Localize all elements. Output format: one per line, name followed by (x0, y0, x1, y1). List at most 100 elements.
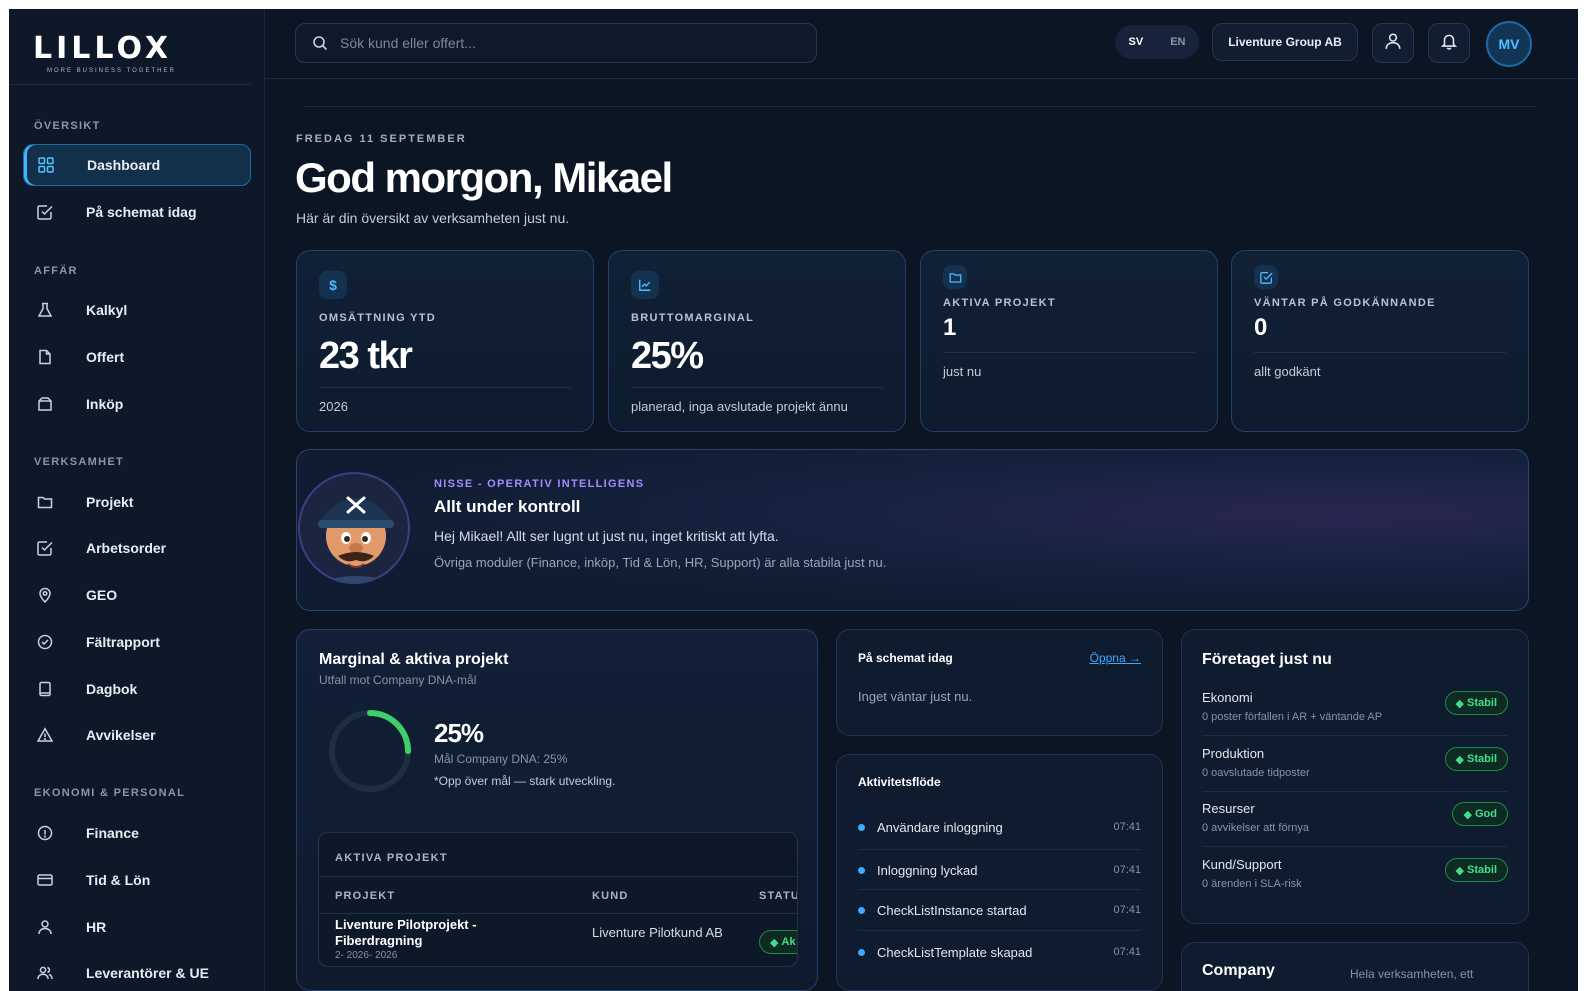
activity-text: Inloggning lyckad (877, 862, 978, 878)
column-header[interactable]: STATU (759, 890, 797, 902)
lang-sv[interactable]: SV (1129, 36, 1144, 48)
margin-goal: Mål Company DNA: 25% (434, 752, 568, 766)
kpi-label: OMSÄTTNING YTD (319, 312, 436, 324)
margin-card: Marginal & aktiva projekt Utfall mot Com… (296, 629, 818, 991)
nisse-avatar (298, 472, 410, 584)
status-row-produktion[interactable]: Produktion 0 oavslutade tidposter ◆ Stab… (1202, 746, 1508, 779)
margin-percent: 25% (434, 718, 484, 748)
kpi-value: 23 tkr (319, 335, 413, 377)
card-title: Företaget just nu (1202, 651, 1332, 668)
profile-button[interactable] (1372, 23, 1414, 63)
sidebar-item-finance[interactable]: Finance (23, 812, 251, 854)
kpi-card-margin[interactable]: BRUTTOMARGINAL 25% planerad, inga avslut… (608, 250, 906, 432)
lang-en[interactable]: EN (1170, 36, 1185, 48)
notifications-button[interactable] (1428, 23, 1470, 63)
status-text: Stabil (1467, 697, 1497, 709)
status-row-resurser[interactable]: Resurser 0 avvikelser att förnya ◆ God (1202, 801, 1508, 834)
sidebar-item-label: Avvikelser (86, 727, 156, 743)
divider (1254, 352, 1506, 353)
sidebar-item-geo[interactable]: GEO (23, 574, 251, 616)
sidebar-item-label: Leverantörer & UE (86, 965, 209, 981)
sidebar-item-kalkyl[interactable]: Kalkyl (23, 289, 251, 331)
sidebar-item-label: Projekt (86, 494, 134, 510)
activity-text: CheckListTemplate skapad (877, 944, 1033, 960)
margin-note: *Opp över mål — stark utveckling. (434, 774, 616, 788)
search-box[interactable] (295, 23, 817, 63)
folder-icon (943, 265, 967, 289)
status-badge: ◆ Stabil (1444, 691, 1508, 715)
kpi-card-active-projects[interactable]: AKTIVA PROJEKT 1 just nu (920, 250, 1218, 432)
card-title: På schemat idag (858, 651, 953, 665)
language-toggle[interactable]: SV EN (1115, 25, 1199, 59)
list-item[interactable]: CheckListInstance startad 07:41 (858, 890, 1141, 930)
nisse-message: Hej Mikael! Allt ser lugnt ut just nu, i… (434, 528, 779, 544)
logo-tagline: MORE BUSINESS TOGETHER (47, 68, 176, 74)
divider (319, 876, 797, 877)
bullet-icon (858, 866, 865, 874)
sidebar-item-label: HR (86, 919, 107, 935)
card-title: Company (1202, 962, 1275, 979)
sidebar-item-tid-lon[interactable]: Tid & Lön (23, 859, 251, 901)
avatar[interactable]: MV (1486, 21, 1532, 67)
nisse-ai-banner: NISSE - OPERATIV INTELLIGENS Allt under … (296, 449, 1529, 611)
activity-time: 07:41 (1113, 864, 1141, 876)
users-icon (36, 964, 54, 982)
status-text: Ak (781, 936, 796, 948)
sidebar-item-dagbok[interactable]: Dagbok (23, 668, 251, 710)
sidebar-item-projekt[interactable]: Projekt (23, 481, 251, 523)
status-row-support[interactable]: Kund/Support 0 ärenden i SLA-risk ◆ Stab… (1202, 857, 1508, 890)
status-badge: ◆ Stabil (1444, 747, 1508, 771)
app-window: LILLOX MORE BUSINESS TOGETHER ÖVERSIKT D… (9, 9, 1578, 991)
sidebar-item-schedule[interactable]: På schemat idag (23, 191, 251, 233)
nav-section-verksamhet: VERKSAMHET (34, 456, 125, 468)
edit-check-icon (1254, 265, 1278, 289)
logo[interactable]: LILLOX MORE BUSINESS TOGETHER (33, 31, 243, 83)
nisse-title: Allt under kontroll (434, 497, 581, 516)
company-switcher-button[interactable]: Liventure Group AB (1212, 23, 1358, 61)
nisse-tag: NISSE - OPERATIV INTELLIGENS (434, 478, 645, 490)
column-header[interactable]: PROJEKT (335, 890, 395, 902)
sidebar-item-hr[interactable]: HR (23, 906, 251, 948)
bullet-icon (858, 948, 865, 956)
search-icon (312, 35, 328, 51)
status-badge: ◆ God (1452, 802, 1508, 826)
kpi-card-pending-approval[interactable]: VÄNTAR PÅ GODKÄNNANDE 0 allt godkänt (1231, 250, 1529, 432)
activity-text: Användare inloggning (877, 819, 1003, 835)
sidebar-item-offert[interactable]: Offert (23, 336, 251, 378)
sidebar-item-faltrapport[interactable]: Fältrapport (23, 621, 251, 663)
chart-icon (631, 271, 659, 299)
activity-text: CheckListInstance startad (877, 902, 1027, 918)
kpi-footnote: allt godkänt (1254, 364, 1321, 379)
card-title: Marginal & aktiva projekt (319, 651, 509, 668)
card-icon (36, 871, 54, 889)
list-item[interactable]: Inloggning lyckad 07:41 (858, 850, 1141, 890)
status-row-ekonomi[interactable]: Ekonomi 0 poster förfallen i AR + väntan… (1202, 690, 1508, 723)
search-input[interactable] (340, 35, 800, 51)
sidebar-item-arbetsorder[interactable]: Arbetsorder (23, 527, 251, 569)
bell-icon (1440, 32, 1458, 55)
kpi-label: VÄNTAR PÅ GODKÄNNANDE (1254, 297, 1436, 309)
empty-state: Inget väntar just nu. (858, 689, 973, 704)
flask-icon (36, 301, 54, 319)
logo-wordmark: LILLOX (33, 31, 173, 66)
check-circle-icon (36, 633, 54, 651)
open-schedule-link[interactable]: Öppna → (1090, 651, 1141, 665)
folder-icon (36, 493, 54, 511)
sidebar-item-avvikelser[interactable]: Avvikelser (23, 714, 251, 756)
user-icon (36, 918, 54, 936)
kpi-card-revenue[interactable]: $ OMSÄTTNING YTD 23 tkr 2026 (296, 250, 594, 432)
sidebar-item-leverantorer[interactable]: Leverantörer & UE (23, 952, 251, 991)
list-item[interactable]: Användare inloggning 07:41 (858, 807, 1141, 847)
kpi-value: 1 (943, 314, 957, 341)
kpi-value: 25% (631, 335, 704, 377)
sidebar-item-inkop[interactable]: Inköp (23, 383, 251, 425)
list-item[interactable]: CheckListTemplate skapad 07:41 (858, 932, 1141, 972)
sidebar-item-dashboard[interactable]: Dashboard (23, 144, 251, 186)
column-header[interactable]: KUND (592, 890, 629, 902)
kpi-footnote: 2026 (319, 399, 348, 414)
sidebar-item-label: Fältrapport (86, 634, 160, 650)
nav-section-ekonomi: EKONOMI & PERSONAL (34, 787, 186, 799)
bullet-icon (858, 823, 865, 831)
project-name-link[interactable]: Liventure Pilotprojekt - Fiberdragning (335, 917, 535, 949)
status-text: God (1475, 808, 1497, 820)
